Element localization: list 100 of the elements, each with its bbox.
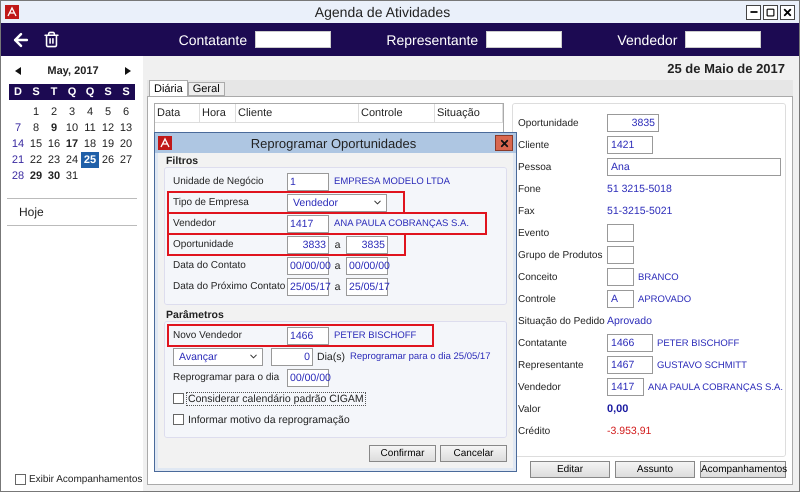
action-button[interactable]: Assunto bbox=[615, 461, 695, 478]
input-field[interactable]: 1 bbox=[287, 172, 329, 190]
calendar-day[interactable]: 19 bbox=[99, 136, 117, 152]
calendar-day[interactable]: 28 bbox=[9, 168, 27, 184]
input-field[interactable]: 3835 bbox=[346, 236, 388, 254]
action-button[interactable]: Acompanhamentos bbox=[700, 461, 786, 478]
field-label: Contatante bbox=[518, 338, 568, 348]
calendar-day[interactable]: 12 bbox=[99, 120, 117, 136]
field-label: Valor bbox=[518, 404, 542, 414]
calendar-day[interactable]: 30 bbox=[45, 168, 63, 184]
group-title: Filtros bbox=[165, 155, 200, 167]
calendar-day[interactable]: 29 bbox=[27, 168, 45, 184]
calendar-day[interactable]: 26 bbox=[99, 152, 117, 168]
input-field[interactable] bbox=[607, 224, 634, 242]
field-description: EMPRESA MODELO LTDA bbox=[334, 176, 450, 187]
calendar-day[interactable]: 10 bbox=[63, 120, 81, 136]
calendar-day[interactable]: 4 bbox=[81, 104, 99, 120]
filter-input[interactable] bbox=[685, 31, 762, 48]
input-field[interactable]: 1417 bbox=[287, 214, 329, 232]
close-button[interactable] bbox=[780, 4, 795, 20]
tab[interactable]: Diária bbox=[149, 80, 188, 96]
checkbox-label[interactable]: Exibir Acompanhamentos bbox=[29, 474, 142, 485]
input-field[interactable]: 1466 bbox=[287, 326, 329, 344]
checkbox[interactable] bbox=[173, 393, 184, 404]
calendar-day[interactable]: 9 bbox=[45, 120, 63, 136]
field-label: Cliente bbox=[518, 140, 550, 150]
input-field[interactable]: 00/00/00 bbox=[287, 256, 329, 274]
trash-icon[interactable] bbox=[43, 31, 60, 48]
next-month-icon[interactable] bbox=[124, 67, 131, 75]
field-description: APROVADO bbox=[638, 294, 692, 304]
field-description: BRANCO bbox=[638, 272, 679, 282]
input-field[interactable]: 0 bbox=[271, 348, 313, 366]
input-field[interactable]: 1417 bbox=[607, 378, 644, 396]
field-label: Data do Contato bbox=[173, 260, 247, 271]
calendar-day[interactable]: 13 bbox=[117, 120, 135, 136]
minimize-button[interactable] bbox=[746, 4, 761, 20]
input-field[interactable]: 1421 bbox=[607, 136, 653, 154]
month-label: May, 2017 bbox=[47, 65, 99, 77]
dialog-button[interactable]: Confirmar bbox=[369, 445, 436, 462]
maximize-button[interactable] bbox=[763, 4, 778, 20]
input-field[interactable]: 3835 bbox=[607, 114, 659, 132]
range-separator: a bbox=[334, 280, 342, 292]
input-field[interactable]: 3833 bbox=[287, 236, 329, 254]
calendar-day[interactable]: 11 bbox=[81, 120, 99, 136]
action-button[interactable]: Editar bbox=[530, 461, 610, 478]
field-label: Unidade de Negócio bbox=[173, 176, 265, 187]
calendar-day[interactable]: 16 bbox=[45, 136, 63, 152]
calendar-day[interactable]: 20 bbox=[117, 136, 135, 152]
input-field[interactable]: 00/00/00 bbox=[346, 256, 388, 274]
calendar-day[interactable]: 14 bbox=[9, 136, 27, 152]
input-field[interactable] bbox=[607, 246, 634, 264]
input-field[interactable]: 00/00/00 bbox=[287, 368, 329, 386]
filter-input[interactable] bbox=[486, 31, 562, 48]
field-description: ANA PAULA COBRANÇAS S.A. bbox=[334, 218, 469, 229]
input-field[interactable]: 25/05/17 bbox=[346, 278, 388, 296]
checkbox[interactable] bbox=[173, 414, 184, 425]
tab[interactable]: Geral bbox=[188, 82, 225, 96]
calendar-day[interactable]: 25 bbox=[81, 152, 99, 168]
field-value: -3.953,91 bbox=[607, 425, 652, 437]
calendar-day[interactable]: 27 bbox=[117, 152, 135, 168]
calendar-day[interactable]: 6 bbox=[117, 104, 135, 120]
today-link[interactable]: Hoje bbox=[5, 199, 139, 225]
input-field[interactable]: 25/05/17 bbox=[287, 278, 329, 296]
filter-input[interactable] bbox=[255, 31, 332, 48]
dropdown[interactable]: Avançar bbox=[173, 348, 263, 366]
calendar-day[interactable]: 3 bbox=[63, 104, 81, 120]
calendar-day[interactable]: 7 bbox=[9, 120, 27, 136]
input-field[interactable]: A bbox=[607, 290, 634, 308]
calendar-day[interactable]: 5 bbox=[99, 104, 117, 120]
calendar-day[interactable]: 31 bbox=[63, 168, 81, 184]
field-label: Fax bbox=[518, 206, 536, 216]
input-field[interactable]: 1467 bbox=[607, 356, 653, 374]
input-field[interactable]: Ana bbox=[607, 158, 781, 176]
calendar-day[interactable]: 15 bbox=[27, 136, 45, 152]
date-heading: 25 de Maio de 2017 bbox=[666, 60, 786, 78]
calendar-day[interactable]: 22 bbox=[27, 152, 45, 168]
input-field[interactable] bbox=[607, 268, 634, 286]
calendar-day[interactable]: 8 bbox=[27, 120, 45, 136]
weekday-label: D bbox=[13, 86, 23, 98]
maximize-icon bbox=[766, 8, 775, 16]
calendar-day[interactable]: 18 bbox=[81, 136, 99, 152]
calendar-day[interactable]: 1 bbox=[27, 104, 45, 120]
app-logo-icon bbox=[158, 136, 172, 150]
calendar-day[interactable]: 21 bbox=[9, 152, 27, 168]
field-value: Aprovado bbox=[607, 315, 652, 327]
checkbox-label[interactable]: Informar motivo da reprogramação bbox=[186, 412, 352, 426]
dialog-button[interactable]: Cancelar bbox=[440, 445, 507, 462]
calendar-day[interactable]: 23 bbox=[45, 152, 63, 168]
calendar-day[interactable]: 17 bbox=[63, 136, 81, 152]
weekday-label: S bbox=[121, 86, 131, 98]
checkbox-label[interactable]: Considerar calendário padrão CIGAM bbox=[186, 392, 366, 406]
checkbox[interactable] bbox=[15, 474, 26, 485]
previous-month-icon[interactable] bbox=[15, 67, 21, 75]
field-description: PETER BISCHOFF bbox=[334, 330, 416, 341]
column-header: Cliente bbox=[236, 104, 359, 122]
filter-label: Representante bbox=[386, 32, 478, 48]
calendar-day[interactable]: 2 bbox=[45, 104, 63, 120]
calendar-day[interactable]: 24 bbox=[63, 152, 81, 168]
input-field[interactable]: 1466 bbox=[607, 334, 653, 352]
dropdown[interactable]: Vendedor bbox=[287, 194, 387, 212]
